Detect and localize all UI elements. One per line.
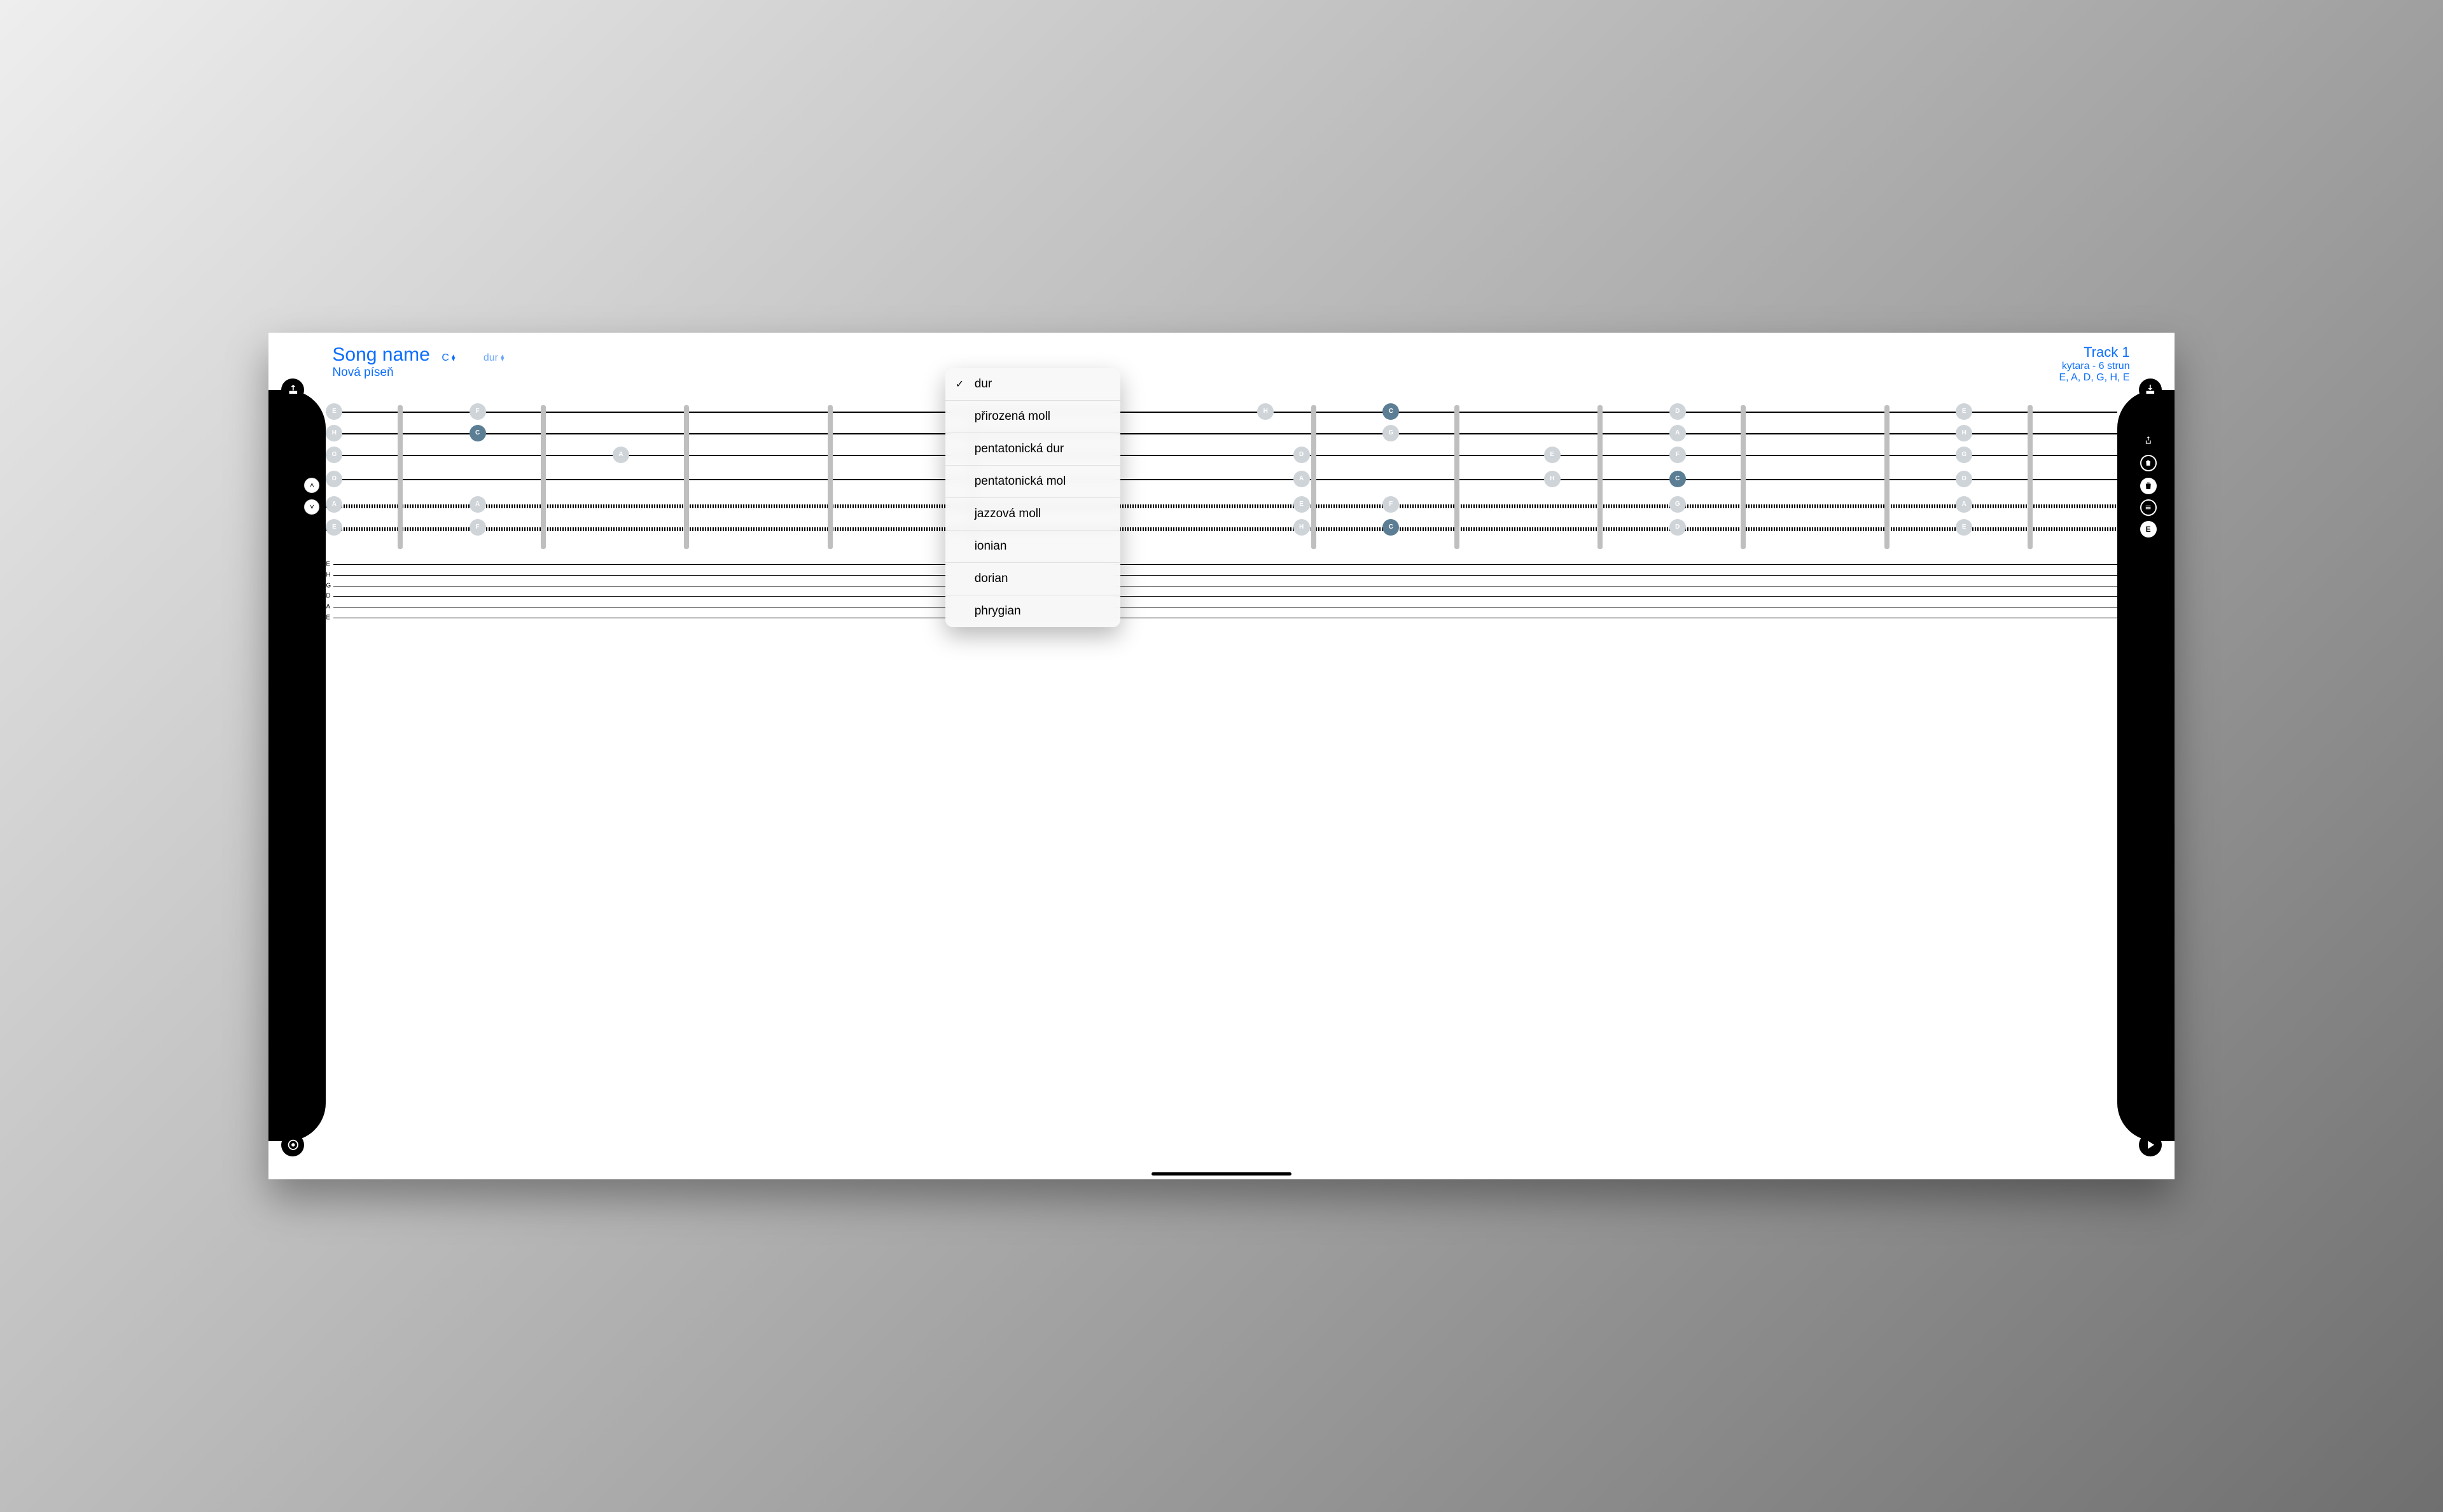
scale-selector[interactable]: dur ▴▾ bbox=[484, 352, 505, 364]
fret-note[interactable]: F bbox=[1382, 496, 1399, 513]
tab-string-label: A bbox=[326, 604, 330, 611]
fret-note[interactable]: D bbox=[1293, 447, 1310, 463]
track-instrument: kytara - 6 strun bbox=[2059, 361, 2129, 372]
fret-note[interactable]: G bbox=[1382, 425, 1399, 441]
scale-option[interactable]: ionian bbox=[945, 531, 1120, 563]
song-name-label[interactable]: Song name bbox=[332, 344, 429, 365]
fret-note[interactable]: A bbox=[1293, 471, 1310, 487]
scale-option-label: dorian bbox=[975, 572, 1008, 585]
fret-note[interactable]: A bbox=[1956, 496, 1972, 513]
key-value: C bbox=[442, 352, 449, 364]
fret-note[interactable]: E bbox=[1956, 403, 1972, 420]
fret-note[interactable]: G bbox=[326, 447, 342, 463]
fret-note[interactable]: D bbox=[326, 471, 342, 487]
scale-option[interactable]: přirozená moll bbox=[945, 401, 1120, 433]
scale-value: dur bbox=[484, 352, 498, 364]
scale-option-label: phrygian bbox=[975, 604, 1021, 618]
fret-note[interactable]: F bbox=[1669, 447, 1686, 463]
header: Song name C ▴▾ dur ▴▾ Nová píseň Track 1… bbox=[268, 333, 2174, 387]
updown-icon: ▴▾ bbox=[501, 355, 505, 361]
scale-option[interactable]: jazzová moll bbox=[945, 498, 1120, 531]
fretboard-area: E F C H G A D A A E F H C D E G A H D bbox=[268, 387, 2174, 1179]
scale-option-label: jazzová moll bbox=[975, 507, 1041, 520]
track-tuning: E, A, D, G, H, E bbox=[2059, 372, 2129, 384]
scale-option-label: pentatonická mol bbox=[975, 475, 1066, 488]
fret-note[interactable]: C bbox=[1669, 471, 1686, 487]
fret-note[interactable]: H bbox=[1544, 471, 1561, 487]
scale-option[interactable]: dorian bbox=[945, 563, 1120, 595]
fret-note[interactable]: D bbox=[1669, 403, 1686, 420]
fret-note[interactable]: E bbox=[1544, 447, 1561, 463]
scale-option[interactable]: ✓ dur bbox=[945, 368, 1120, 401]
tab-staff[interactable]: E H G D A E bbox=[326, 564, 2117, 618]
fret-note[interactable]: H bbox=[1293, 519, 1310, 536]
tab-string-label: E bbox=[326, 560, 330, 567]
fret-note[interactable]: H bbox=[1956, 425, 1972, 441]
fret-note[interactable]: D bbox=[1956, 471, 1972, 487]
fret-note[interactable]: H bbox=[326, 425, 342, 441]
fret-note[interactable]: A bbox=[613, 447, 629, 463]
scale-option[interactable]: pentatonická mol bbox=[945, 466, 1120, 498]
check-icon: ✓ bbox=[956, 378, 964, 391]
scale-option-label: pentatonická dur bbox=[975, 442, 1064, 455]
fret-note[interactable]: C bbox=[470, 425, 486, 441]
fret-note[interactable]: E bbox=[326, 403, 342, 420]
fret-note[interactable]: C bbox=[1382, 519, 1399, 536]
home-indicator bbox=[1152, 1172, 1291, 1176]
scale-option-label: ionian bbox=[975, 539, 1007, 553]
fret-note[interactable]: A bbox=[470, 496, 486, 513]
scale-dropdown: ✓ dur přirozená moll pentatonická dur pen… bbox=[945, 368, 1120, 627]
fret-note[interactable]: H bbox=[1257, 403, 1274, 420]
fret-note[interactable]: E bbox=[1956, 519, 1972, 536]
fret-note[interactable]: G bbox=[1956, 447, 1972, 463]
scale-option[interactable]: phrygian bbox=[945, 595, 1120, 627]
fret-note[interactable]: D bbox=[1669, 519, 1686, 536]
fret-note[interactable]: F bbox=[470, 519, 486, 536]
guitar-app: Song name C ▴▾ dur ▴▾ Nová píseň Track 1… bbox=[268, 333, 2174, 1179]
fret-note[interactable]: F bbox=[470, 403, 486, 420]
fretboard[interactable]: E F C H G A D A A E F H C D E G A H D bbox=[326, 405, 2117, 545]
key-selector[interactable]: C ▴▾ bbox=[442, 352, 455, 364]
fret-note[interactable]: E bbox=[326, 519, 342, 536]
song-subtitle: Nová píseň bbox=[332, 366, 504, 380]
fret-note[interactable]: A bbox=[1669, 425, 1686, 441]
scale-option-label: přirozená moll bbox=[975, 410, 1050, 423]
tab-string-label: G bbox=[326, 582, 331, 589]
tab-string-label: E bbox=[326, 614, 330, 621]
fret-note[interactable]: A bbox=[326, 496, 342, 513]
tab-string-label: D bbox=[326, 593, 330, 600]
track-name[interactable]: Track 1 bbox=[2059, 344, 2129, 361]
fret-note[interactable]: E bbox=[1293, 496, 1310, 513]
fret-note[interactable]: C bbox=[1382, 403, 1399, 420]
tab-string-label: H bbox=[326, 571, 330, 578]
updown-icon: ▴▾ bbox=[452, 355, 456, 361]
fret-note[interactable]: G bbox=[1669, 496, 1686, 513]
scale-option[interactable]: pentatonická dur bbox=[945, 433, 1120, 466]
scale-option-label: dur bbox=[975, 377, 992, 391]
